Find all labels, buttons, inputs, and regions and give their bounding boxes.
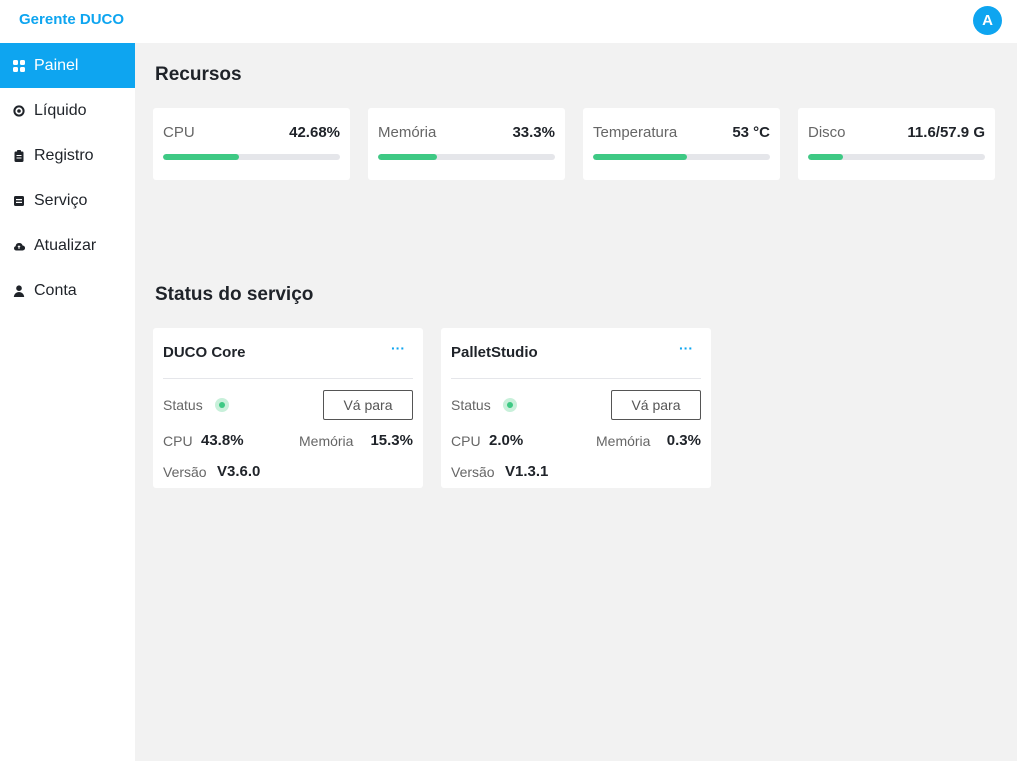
sidebar-item-label: Serviço <box>34 191 88 209</box>
memory-value: 0.3% <box>666 432 701 449</box>
service-status-title: Status do serviço <box>155 284 314 305</box>
main-content: Recursos CPU 42.68% Memória 33.3% Temper… <box>135 43 1017 761</box>
divider <box>163 378 413 379</box>
sidebar-item-servico[interactable]: Serviço <box>0 178 135 223</box>
sidebar-item-label: Conta <box>34 281 77 299</box>
resource-label: Disco <box>808 124 846 141</box>
cpu-value: 2.0% <box>489 432 524 449</box>
progress-bar <box>593 154 770 160</box>
progress-fill <box>593 154 687 160</box>
resource-label: Temperatura <box>593 124 678 141</box>
progress-bar <box>163 154 340 160</box>
sidebar-item-liquido[interactable]: Líquido <box>0 88 135 133</box>
resource-card-cpu: CPU 42.68% <box>153 108 350 180</box>
status-label: Status <box>163 397 203 413</box>
memory-label: Memória <box>596 433 651 449</box>
resource-card-temperature: Temperatura 53 °C <box>583 108 780 180</box>
cloud-icon <box>13 240 25 252</box>
cpu-label: CPU <box>451 433 481 449</box>
resource-card-memory: Memória 33.3% <box>368 108 565 180</box>
version-label: Versão <box>163 464 207 480</box>
sidebar-item-label: Painel <box>34 56 79 74</box>
progress-fill <box>808 154 844 160</box>
version-value: V3.6.0 <box>217 463 261 480</box>
user-avatar[interactable]: A <box>973 6 1002 35</box>
service-card-pallet-studio: PalletStudio ··· Status Vá para CPU 2.0%… <box>441 328 711 488</box>
service-card-duco-core: DUCO Core ··· Status Vá para CPU 43.8% M… <box>153 328 423 488</box>
go-to-button[interactable]: Vá para <box>611 390 701 420</box>
resource-value: 33.3% <box>512 124 555 141</box>
service-name: PalletStudio <box>451 344 538 361</box>
clipboard-icon <box>13 149 25 162</box>
status-label: Status <box>451 397 491 413</box>
resource-value: 42.68% <box>289 124 340 141</box>
resource-label: Memória <box>378 124 437 141</box>
resource-value: 11.6/57.9 G <box>907 124 985 141</box>
more-options-icon[interactable]: ··· <box>679 340 693 356</box>
resource-value: 53 °C <box>732 124 770 141</box>
go-to-button[interactable]: Vá para <box>323 390 413 420</box>
sidebar-item-label: Registro <box>34 146 94 164</box>
progress-bar <box>808 154 985 160</box>
cpu-label: CPU <box>163 433 193 449</box>
status-indicator-icon <box>215 398 229 412</box>
version-label: Versão <box>451 464 495 480</box>
divider <box>451 378 701 379</box>
sidebar-item-registro[interactable]: Registro <box>0 133 135 178</box>
status-indicator-icon <box>503 398 517 412</box>
sidebar-item-label: Líquido <box>34 101 87 119</box>
service-name: DUCO Core <box>163 344 246 361</box>
circle-dot-icon <box>13 104 25 117</box>
memory-label: Memória <box>299 433 354 449</box>
sidebar-item-painel[interactable]: Painel <box>0 43 135 88</box>
progress-fill <box>163 154 239 160</box>
resource-card-disk: Disco 11.6/57.9 G <box>798 108 995 180</box>
resource-label: CPU <box>163 124 195 141</box>
progress-bar <box>378 154 555 160</box>
sidebar-item-label: Atualizar <box>34 236 97 254</box>
sidebar-item-conta[interactable]: Conta <box>0 268 135 313</box>
user-icon <box>13 284 25 297</box>
sidebar-item-atualizar[interactable]: Atualizar <box>0 223 135 268</box>
cpu-value: 43.8% <box>201 432 244 449</box>
version-value: V1.3.1 <box>505 463 549 480</box>
list-box-icon <box>13 195 25 207</box>
resources-title: Recursos <box>155 64 242 85</box>
grid-icon <box>13 59 25 72</box>
more-options-icon[interactable]: ··· <box>391 340 405 356</box>
progress-fill <box>378 154 437 160</box>
sidebar: Painel Líquido Registro Serviço Atualiza… <box>0 43 135 761</box>
memory-value: 15.3% <box>370 432 413 449</box>
top-bar: Gerente DUCO A <box>0 0 1017 43</box>
brand-title[interactable]: Gerente DUCO <box>19 11 124 28</box>
